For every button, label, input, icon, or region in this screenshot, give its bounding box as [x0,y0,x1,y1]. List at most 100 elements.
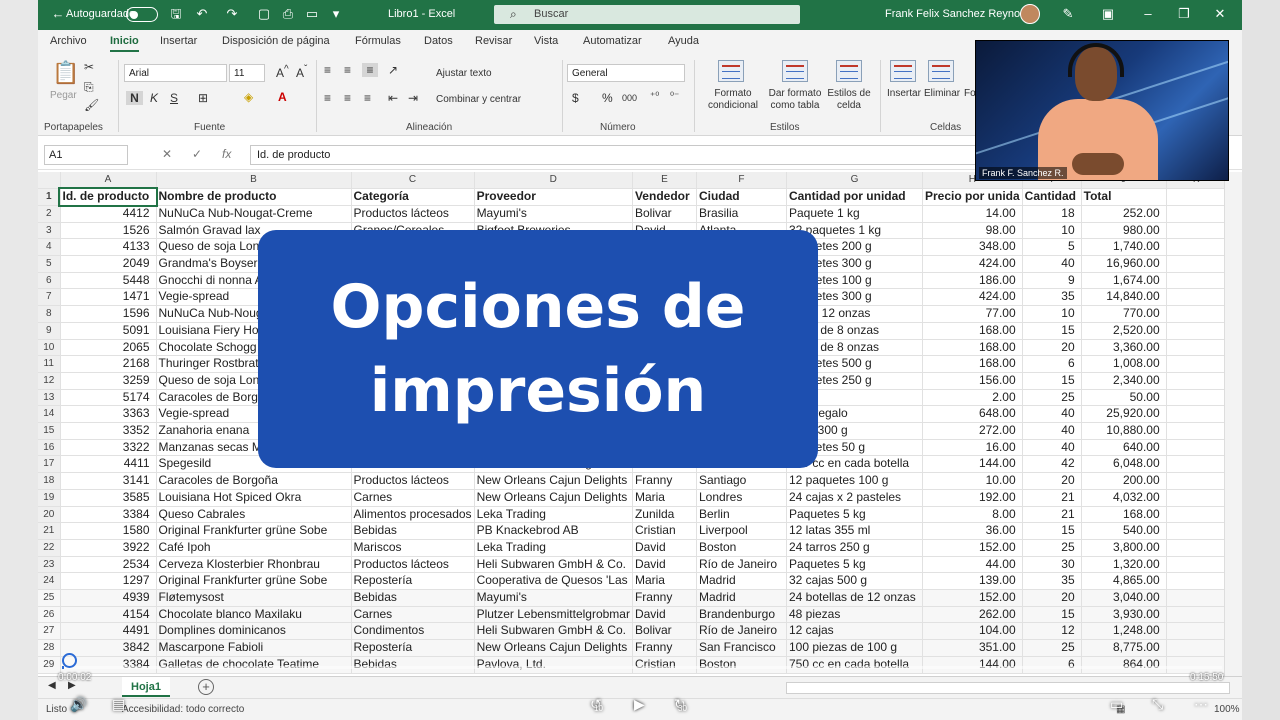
cell[interactable]: 252.00 [1081,205,1167,223]
cell[interactable]: Franny [632,639,697,657]
copy-icon[interactable]: ⎘ [84,80,94,95]
column-header-k[interactable]: K [1166,172,1227,190]
align-bottom-icon[interactable]: ≡ [362,63,378,77]
cell[interactable]: paquetes 100 g [786,272,923,290]
cell[interactable]: 25 [1022,639,1082,657]
cut-icon[interactable]: ✂ [84,60,94,74]
tab-vista[interactable]: Vista [534,35,558,47]
header-cell[interactable]: Ciudad [696,188,787,206]
cell[interactable]: 2,520.00 [1081,322,1167,340]
format-as-table-button[interactable]: Dar formato como tabla [764,88,826,112]
cell[interactable]: 2.00 [922,389,1023,407]
more-options-icon[interactable]: ⋯ [1194,696,1208,713]
cell[interactable]: 3322 [60,439,157,457]
cell[interactable]: 24 tarros 250 g [786,539,923,557]
column-header-d[interactable]: D [474,172,633,190]
cell[interactable]: 10 [1022,222,1082,240]
cell[interactable]: 262.00 [922,606,1023,624]
cell[interactable] [351,405,475,424]
cell[interactable]: 4,032.00 [1081,489,1167,507]
cell[interactable] [632,238,697,256]
row-number[interactable]: 26 [38,606,61,624]
vertical-scrollbar[interactable] [1224,172,1242,678]
cell[interactable]: New Orleans Cajun Delights [474,489,633,507]
cell[interactable]: David [632,222,697,240]
format-painter-icon[interactable]: 🖌 [84,98,99,112]
cell[interactable]: 3352 [60,422,157,440]
number-format-select[interactable]: General [567,64,685,82]
cell[interactable]: Mayumi's [474,205,633,223]
cell[interactable] [474,389,633,407]
cell[interactable]: Cooperativa de Quesos 'Las [474,572,633,591]
cell[interactable]: 4133 [60,238,157,256]
header-cell[interactable]: Categoría [351,188,475,206]
cell[interactable] [696,439,787,457]
volume-icon[interactable]: 🔊 [70,696,87,713]
cell[interactable]: 40 [1022,422,1082,440]
cell[interactable]: 5448 [60,272,157,290]
cell[interactable]: Salmón Gravad lax [156,222,352,240]
cell[interactable] [474,288,633,307]
cell[interactable]: Atlanta [696,222,787,240]
cell[interactable] [351,389,475,407]
tab-disposicion[interactable]: Disposición de página [222,35,330,47]
cell[interactable]: 3842 [60,639,157,657]
cell[interactable]: 540.00 [1081,522,1167,540]
cell[interactable]: Madrid [696,572,787,591]
cell[interactable]: 40 [1022,439,1082,457]
cell[interactable]: Boston [696,656,787,674]
row-number[interactable]: 23 [38,556,61,574]
cell[interactable]: 3259 [60,372,157,390]
cell[interactable]: 12 [1022,622,1082,641]
borders-icon[interactable]: ⊞ [198,91,208,105]
cell[interactable]: 14.00 [922,205,1023,223]
cell[interactable]: paquetes 500 g [786,355,923,373]
column-header-g[interactable]: G [786,172,923,190]
row-number[interactable]: 3 [38,222,61,240]
cell[interactable]: 192.00 [922,489,1023,507]
header-cell[interactable]: Precio por unida [922,188,1023,206]
column-header-j[interactable]: J [1081,172,1167,190]
sheet-tab-hoja1[interactable]: Hoja1 [122,677,170,697]
cell[interactable] [351,255,475,273]
insert-cells-icon[interactable] [890,60,916,82]
cell[interactable]: Mascarpone Fabioli [156,639,352,657]
cell[interactable]: 21 [1022,489,1082,507]
zoom-level[interactable]: 100% [1214,704,1240,715]
cell[interactable] [632,288,697,307]
column-header-a[interactable]: A [60,172,157,190]
cell[interactable] [474,339,633,357]
save-icon[interactable]: 🖫 [168,6,184,22]
cell[interactable]: 1,320.00 [1081,556,1167,574]
cell[interactable]: 168.00 [1081,506,1167,524]
cell[interactable]: 15 [1022,372,1082,390]
cell[interactable]: Brasilia [696,205,787,223]
cell[interactable] [696,422,787,440]
row-number[interactable]: 28 [38,639,61,657]
thousands-button[interactable]: 000 [622,93,637,103]
cell[interactable]: 3,930.00 [1081,606,1167,624]
cell[interactable]: Galletas de chocolate Teatime [156,656,352,674]
cell[interactable]: Productos lácteos [351,205,475,223]
row-number[interactable]: 11 [38,355,61,373]
cell[interactable]: 6 [1022,656,1082,674]
header-cell[interactable]: Cantidad [1022,188,1082,206]
cell[interactable]: Condimentos [351,622,475,641]
cell[interactable] [1166,272,1227,290]
restore-icon[interactable]: ❐ [1176,6,1192,22]
cell[interactable]: Grandma's Boyser [156,255,352,273]
tab-automatizar[interactable]: Automatizar [583,35,642,47]
italic-button[interactable]: K [150,91,158,105]
cell[interactable]: tellas de 8 onzas [786,339,923,357]
align-center-icon[interactable]: ≡ [344,91,351,105]
cell[interactable]: Gnocchi di nonna A [156,272,352,290]
cell[interactable]: 2065 [60,339,157,357]
forward-30-icon[interactable]: ↻ 30 [674,696,687,713]
cell[interactable]: Caracoles de Borgoña [156,472,352,490]
cell[interactable]: 6 [1022,355,1082,373]
cell[interactable]: 2049 [60,255,157,273]
cell[interactable]: paquetes 250 g [786,372,923,390]
cell[interactable]: as de 12 onzas [786,305,923,323]
cell[interactable]: Paquetes 5 kg [786,506,923,524]
cell[interactable]: Granos/Cereales [351,222,475,240]
